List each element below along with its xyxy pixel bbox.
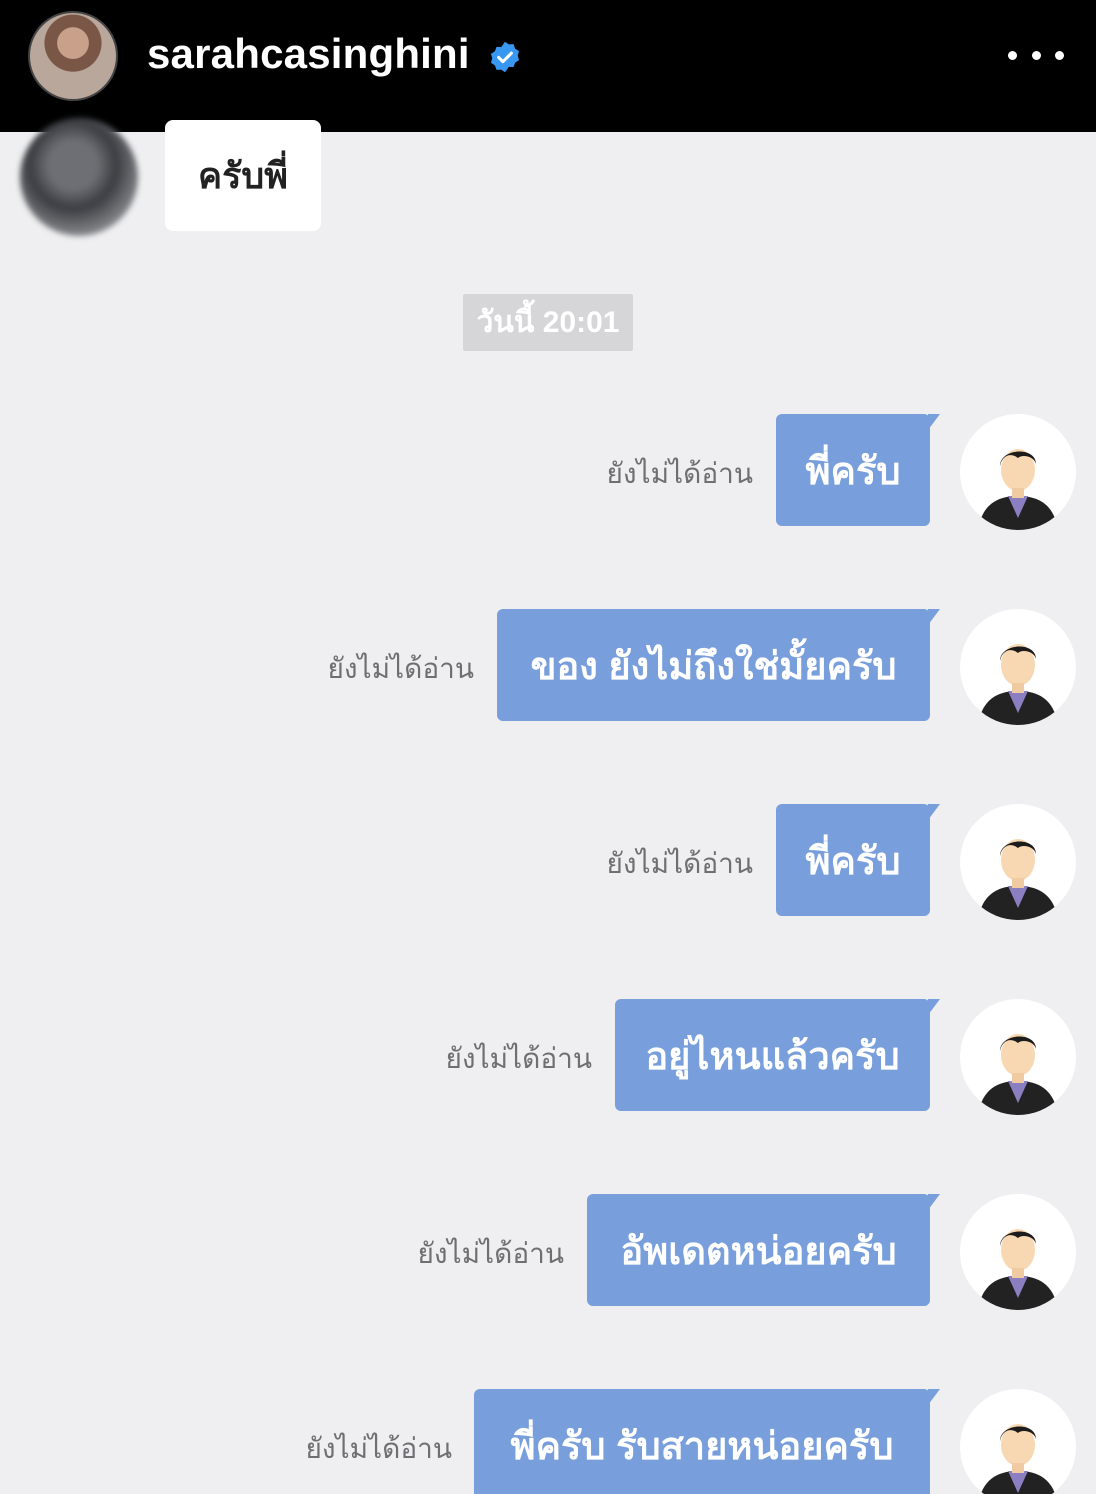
more-options-button[interactable] — [1008, 40, 1064, 70]
outgoing-message-bubble[interactable]: พี่ครับ — [776, 414, 940, 526]
read-status: ยังไม่ได้อ่าน — [606, 848, 753, 879]
contact-avatar-blurred — [20, 118, 138, 236]
more-dot-icon — [1055, 50, 1064, 60]
read-status: ยังไม่ได้อ่าน — [445, 1043, 592, 1074]
user-avatar-icon — [960, 414, 1076, 530]
user-avatar-icon — [960, 999, 1076, 1115]
profile-avatar[interactable] — [28, 11, 118, 101]
message-row: ยังไม่ได้อ่าน อยู่ไหนแล้วครับ — [0, 999, 1096, 1115]
more-dot-icon — [1008, 50, 1017, 60]
outgoing-message-bubble[interactable]: พี่ครับ — [776, 804, 940, 916]
timestamp-badge: วันนี้ 20:01 — [463, 294, 633, 351]
read-status: ยังไม่ได้อ่าน — [305, 1433, 452, 1464]
user-avatar-icon — [960, 1389, 1076, 1494]
message-row: ยังไม่ได้อ่าน พี่ครับ รับสายหน่อยครับ — [0, 1389, 1096, 1494]
read-status: ยังไม่ได้อ่าน — [606, 458, 753, 489]
user-avatar-icon — [960, 804, 1076, 920]
incoming-message-bubble: ครับพี่ — [165, 120, 321, 231]
user-avatar-icon — [960, 1194, 1076, 1310]
message-row: ยังไม่ได้อ่าน ของ ยังไม่ถึงใช่มั้ยครับ — [0, 609, 1096, 725]
outgoing-message-bubble[interactable]: อยู่ไหนแล้วครับ — [615, 999, 940, 1111]
read-status: ยังไม่ได้อ่าน — [327, 653, 474, 684]
more-dot-icon — [1031, 50, 1041, 60]
outgoing-message-bubble[interactable]: ของ ยังไม่ถึงใช่มั้ยครับ — [497, 609, 940, 721]
message-row: ยังไม่ได้อ่าน อัพเดตหน่อยครับ — [0, 1194, 1096, 1310]
profile-username[interactable]: sarahcasinghini — [147, 30, 470, 78]
story-header: sarahcasinghini — [0, 0, 1096, 132]
message-row: ยังไม่ได้อ่าน พี่ครับ — [0, 804, 1096, 920]
read-status: ยังไม่ได้อ่าน — [417, 1238, 564, 1269]
message-row: ยังไม่ได้อ่าน พี่ครับ — [0, 414, 1096, 530]
verified-badge-icon — [490, 41, 520, 73]
outgoing-message-bubble[interactable]: อัพเดตหน่อยครับ — [587, 1194, 940, 1306]
user-avatar-icon — [960, 609, 1076, 725]
outgoing-message-bubble[interactable]: พี่ครับ รับสายหน่อยครับ — [474, 1389, 940, 1494]
